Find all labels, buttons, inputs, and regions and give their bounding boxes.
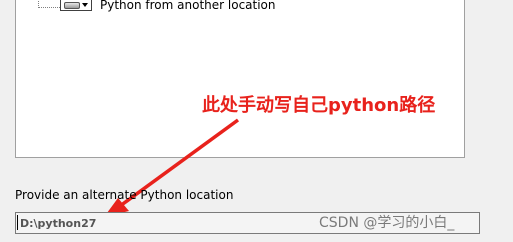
- alternate-location-label: Provide an alternate Python location: [15, 188, 234, 202]
- text-caret: [17, 215, 18, 230]
- feature-tree-panel[interactable]: Python from another location: [15, 0, 465, 158]
- watermark: CSDN @学习的小白_: [319, 215, 455, 231]
- install-option-dropdown[interactable]: [60, 0, 92, 11]
- drive-icon: [64, 2, 80, 9]
- tree-item-label[interactable]: Python from another location: [100, 0, 276, 12]
- annotation-text: 此处手动写自己python路径: [202, 95, 436, 116]
- chevron-down-icon: [82, 3, 88, 7]
